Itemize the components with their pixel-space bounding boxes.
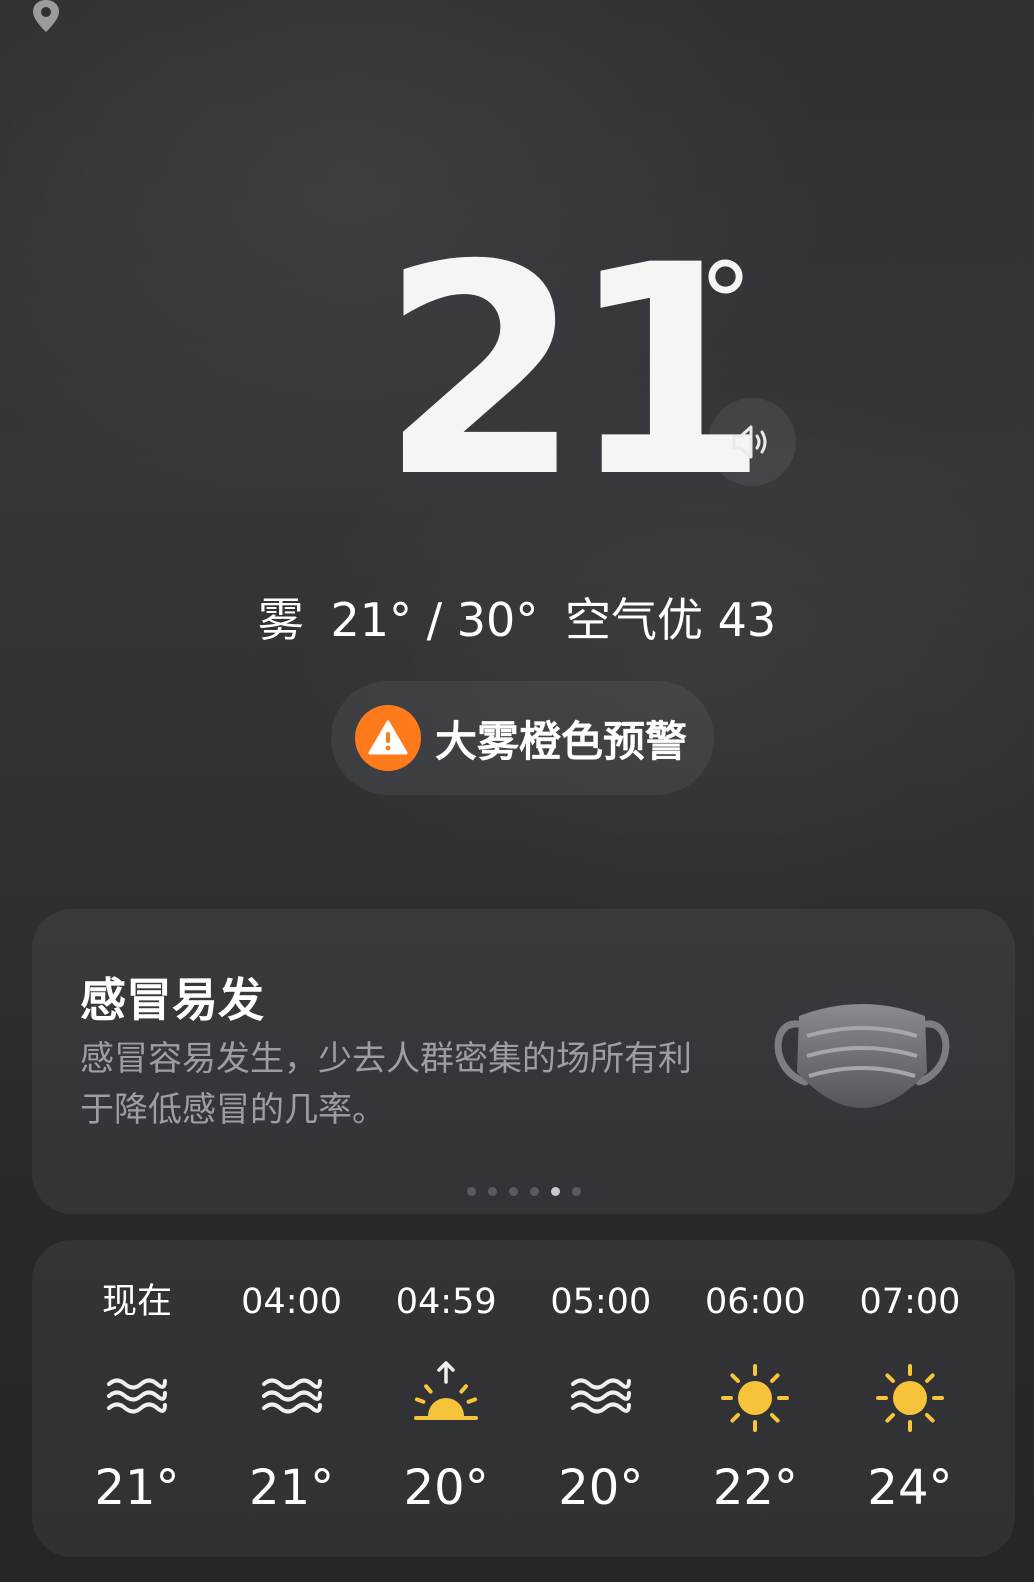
page-indicator xyxy=(32,1187,1015,1196)
alert-label: 大雾橙色预警 xyxy=(435,716,688,766)
hour-time: 07:00 xyxy=(859,1282,961,1322)
hour-temperature: 24° xyxy=(867,1460,953,1516)
weather-alert-button[interactable]: 大雾橙色预警 xyxy=(331,681,714,795)
face-mask-icon xyxy=(774,1004,950,1108)
hour-temperature: 21° xyxy=(94,1460,180,1516)
sun-icon xyxy=(872,1360,948,1436)
warning-icon xyxy=(355,705,421,771)
weather-summary: 雾 21° / 30° 空气优 43 xyxy=(0,584,1034,650)
sunrise-icon xyxy=(408,1360,484,1436)
hour-temperature: 20° xyxy=(558,1460,644,1516)
hour-time: 06:00 xyxy=(704,1282,806,1322)
tip-title: 感冒易发 xyxy=(80,973,264,1027)
hourly-forecast-card[interactable]: 现在 21° 04:00 21° 04:59 20° 05:00 20° 06:00 22° 07:… xyxy=(32,1240,1015,1557)
fog-icon xyxy=(563,1360,639,1436)
speaker-icon xyxy=(732,425,767,459)
hour-temperature: 22° xyxy=(712,1460,798,1516)
page-dot xyxy=(550,1187,560,1196)
hour-time: 04:59 xyxy=(395,1282,497,1322)
degree-symbol: ° xyxy=(698,239,753,367)
hourly-item: 04:59 20° xyxy=(371,1280,521,1516)
sun-icon xyxy=(717,1360,793,1436)
hourly-item: 06:00 22° xyxy=(680,1280,830,1516)
page-dot xyxy=(529,1187,539,1196)
tip-description: 感冒容易发生，少去人群密集的场所有利于降低感冒的几率。 xyxy=(80,1039,692,1130)
location-pin-icon[interactable] xyxy=(30,0,62,32)
hourly-item: 现在 21° xyxy=(62,1280,212,1516)
hour-time: 05:00 xyxy=(550,1282,652,1322)
fog-icon xyxy=(99,1360,175,1436)
hour-time: 04:00 xyxy=(241,1282,343,1322)
hourly-forecast-list: 现在 21° 04:00 21° 04:59 20° 05:00 20° 06:00 22° 07:… xyxy=(62,1280,985,1516)
fog-icon xyxy=(254,1360,330,1436)
page-dot xyxy=(508,1187,518,1196)
page-dot xyxy=(487,1187,497,1196)
voice-broadcast-button[interactable] xyxy=(708,398,796,486)
hour-temperature: 21° xyxy=(249,1460,335,1516)
hourly-item: 05:00 20° xyxy=(526,1280,676,1516)
hourly-item: 04:00 21° xyxy=(217,1280,367,1516)
hour-time: 现在 xyxy=(101,1282,172,1322)
air-quality[interactable]: 空气优 43 xyxy=(565,593,776,647)
weather-condition: 雾 xyxy=(257,593,304,647)
page-dot xyxy=(466,1187,476,1196)
page-dot xyxy=(571,1187,581,1196)
hourly-item: 07:00 24° xyxy=(835,1280,985,1516)
hour-temperature: 20° xyxy=(403,1460,489,1516)
life-tip-card[interactable]: 感冒易发 感冒容易发生，少去人群密集的场所有利于降低感冒的几率。 xyxy=(32,909,1015,1214)
temperature-range: 21° / 30° xyxy=(330,593,539,647)
